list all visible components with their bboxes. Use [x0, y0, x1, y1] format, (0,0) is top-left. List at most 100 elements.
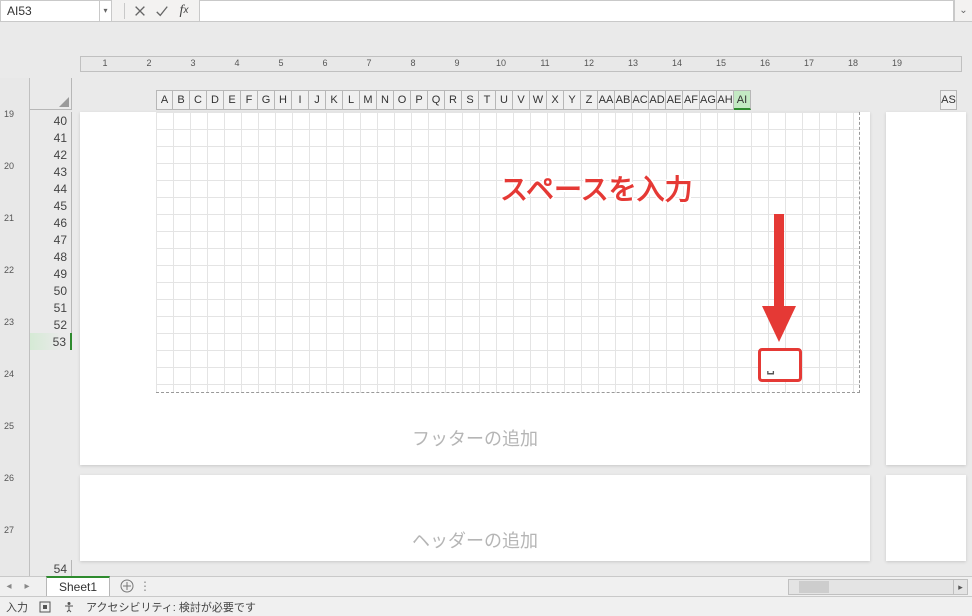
scrollbar-thumb[interactable]: [799, 581, 829, 593]
ruler-number: 10: [496, 58, 506, 68]
column-header[interactable]: G: [258, 90, 275, 110]
column-header[interactable]: J: [309, 90, 326, 110]
column-header[interactable]: X: [547, 90, 564, 110]
formula-bar-input[interactable]: [199, 0, 954, 22]
accessibility-icon[interactable]: [62, 600, 76, 614]
column-header[interactable]: B: [173, 90, 190, 110]
ruler-number: 2: [146, 58, 151, 68]
vertical-ruler: 192021222324252627: [0, 78, 30, 576]
ruler-number: 27: [4, 525, 14, 535]
ruler-number: 7: [366, 58, 371, 68]
column-header[interactable]: AE: [666, 90, 683, 110]
column-header[interactable]: S: [462, 90, 479, 110]
annotation-text: スペースを入力: [500, 168, 693, 208]
check-icon: [155, 4, 169, 18]
footer-placeholder[interactable]: フッターの追加: [80, 425, 870, 451]
confirm-formula-button[interactable]: [151, 0, 173, 22]
name-box-dropdown[interactable]: ▾: [100, 0, 112, 22]
ruler-number: 8: [410, 58, 415, 68]
insert-function-button[interactable]: fx: [173, 0, 195, 22]
column-header[interactable]: C: [190, 90, 207, 110]
column-header[interactable]: V: [513, 90, 530, 110]
column-header[interactable]: A: [156, 90, 173, 110]
column-header[interactable]: AB: [615, 90, 632, 110]
column-header[interactable]: O: [394, 90, 411, 110]
page-1: フッターの追加: [80, 112, 870, 465]
column-header[interactable]: D: [207, 90, 224, 110]
ruler-number: 5: [278, 58, 283, 68]
horizontal-scrollbar[interactable]: ▸: [788, 579, 968, 595]
column-header[interactable]: L: [343, 90, 360, 110]
row-header[interactable]: 53: [30, 333, 72, 350]
header-placeholder[interactable]: ヘッダーの追加: [80, 527, 870, 553]
ruler-number: 24: [4, 369, 14, 379]
ruler-number: 26: [4, 473, 14, 483]
row-header[interactable]: 40: [30, 112, 72, 129]
row-header[interactable]: 44: [30, 180, 72, 197]
ruler-number: 3: [190, 58, 195, 68]
column-header[interactable]: N: [377, 90, 394, 110]
column-header[interactable]: I: [292, 90, 309, 110]
page-2: ヘッダーの追加: [80, 475, 870, 561]
row-header[interactable]: 52: [30, 316, 72, 333]
column-header[interactable]: Q: [428, 90, 445, 110]
ruler-number: 15: [716, 58, 726, 68]
tab-nav-next[interactable]: ▸: [18, 576, 36, 596]
column-header[interactable]: U: [496, 90, 513, 110]
name-box[interactable]: AI53: [0, 0, 100, 22]
column-header[interactable]: W: [530, 90, 547, 110]
tab-nav-prev[interactable]: ◂: [0, 576, 18, 596]
ruler-number: 21: [4, 213, 14, 223]
row-header[interactable]: 50: [30, 282, 72, 299]
new-sheet-button[interactable]: [116, 576, 138, 596]
row-header[interactable]: 46: [30, 214, 72, 231]
column-header[interactable]: AG: [700, 90, 717, 110]
page-1-right: [886, 112, 966, 465]
column-header[interactable]: AD: [649, 90, 666, 110]
sheet-tab-strip: ◂ ▸ Sheet1 ⋮ ▸: [0, 576, 972, 596]
column-header[interactable]: AF: [683, 90, 700, 110]
scroll-right-icon[interactable]: ▸: [953, 580, 967, 594]
macro-record-icon[interactable]: [38, 600, 52, 614]
page-2-right: [886, 475, 966, 561]
ruler-number: 16: [760, 58, 770, 68]
column-header[interactable]: AH: [717, 90, 734, 110]
ruler-number: 12: [584, 58, 594, 68]
column-header[interactable]: F: [241, 90, 258, 110]
column-header[interactable]: R: [445, 90, 462, 110]
row-header[interactable]: 45: [30, 197, 72, 214]
select-all-corner[interactable]: [30, 78, 72, 110]
column-header[interactable]: Y: [564, 90, 581, 110]
cell-grid[interactable]: [156, 112, 860, 393]
row-header[interactable]: 48: [30, 248, 72, 265]
accessibility-status[interactable]: アクセシビリティ: 検討が必要です: [86, 599, 256, 615]
column-header[interactable]: AS: [940, 90, 957, 110]
ruler-number: 6: [322, 58, 327, 68]
row-header[interactable]: 49: [30, 265, 72, 282]
cancel-formula-button[interactable]: [129, 0, 151, 22]
expand-formula-bar[interactable]: ⌄: [954, 0, 972, 22]
x-icon: [133, 4, 147, 18]
ruler-number: 13: [628, 58, 638, 68]
horizontal-ruler: 12345678910111213141516171819: [80, 56, 962, 72]
column-header[interactable]: E: [224, 90, 241, 110]
row-header[interactable]: 41: [30, 129, 72, 146]
column-header[interactable]: K: [326, 90, 343, 110]
column-header[interactable]: T: [479, 90, 496, 110]
column-header[interactable]: AI: [734, 90, 751, 110]
row-header[interactable]: 54: [30, 560, 72, 576]
ruler-number: 20: [4, 161, 14, 171]
row-header[interactable]: 42: [30, 146, 72, 163]
row-header[interactable]: 47: [30, 231, 72, 248]
column-header[interactable]: H: [275, 90, 292, 110]
column-header[interactable]: AC: [632, 90, 649, 110]
column-header[interactable]: M: [360, 90, 377, 110]
row-header[interactable]: 51: [30, 299, 72, 316]
split-handle[interactable]: ⋮: [138, 576, 152, 596]
row-header[interactable]: 43: [30, 163, 72, 180]
ruler-number: 1: [102, 58, 107, 68]
column-header[interactable]: AA: [598, 90, 615, 110]
column-header[interactable]: P: [411, 90, 428, 110]
sheet-tab-active[interactable]: Sheet1: [46, 576, 110, 596]
column-header[interactable]: Z: [581, 90, 598, 110]
